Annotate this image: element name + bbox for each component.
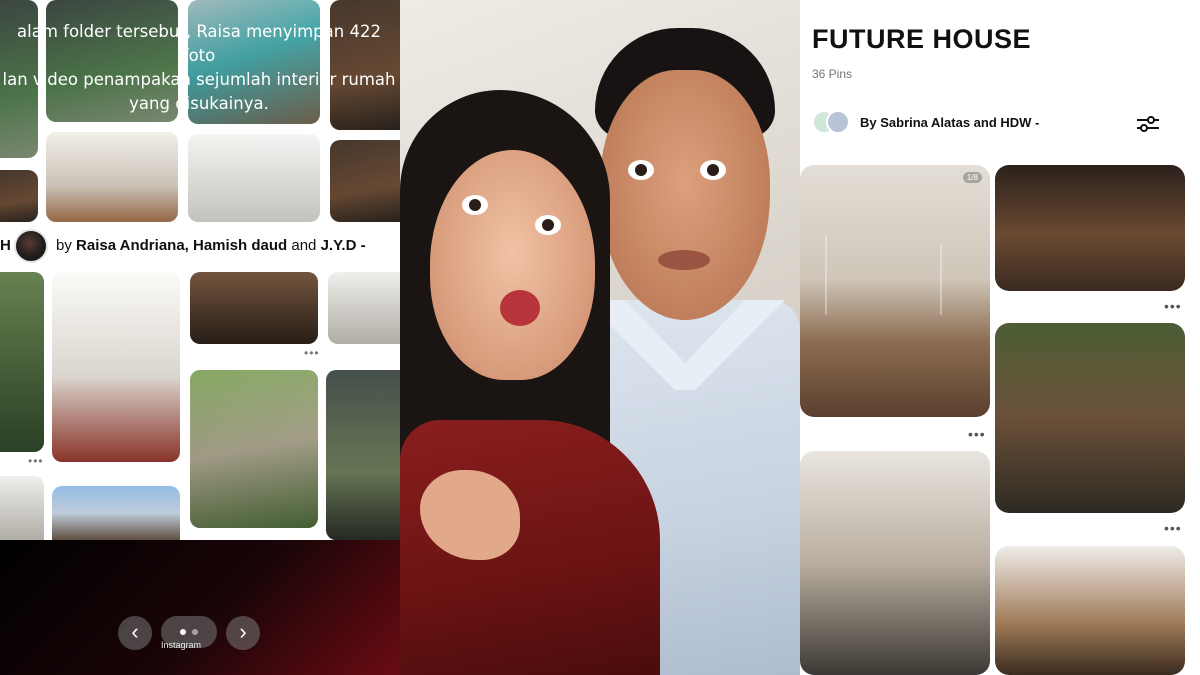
decor-line xyxy=(940,245,942,315)
pin-image[interactable] xyxy=(330,140,400,222)
pin-image[interactable]: 1/8 xyxy=(800,165,990,417)
board-owner-text: By Sabrina Alatas and HDW - xyxy=(860,114,1040,130)
couple-photo xyxy=(400,0,800,675)
pin-image[interactable] xyxy=(52,272,180,462)
previous-button[interactable]: ‹ xyxy=(118,616,152,650)
decor-line xyxy=(825,235,827,315)
more-options-icon[interactable]: ••• xyxy=(1164,298,1182,314)
pin-image[interactable] xyxy=(326,370,400,540)
more-options-icon[interactable]: ••• xyxy=(1164,520,1182,536)
pin-image[interactable] xyxy=(995,323,1185,513)
pin-image[interactable] xyxy=(0,476,44,540)
pin-image[interactable] xyxy=(190,272,318,344)
board-owners-text: by Raisa Andriana, Hamish daud and J.Y.D… xyxy=(56,237,366,254)
pager-dot[interactable] xyxy=(180,629,186,635)
pin-image[interactable] xyxy=(0,170,38,222)
pin-image[interactable] xyxy=(52,486,180,540)
woman-lips xyxy=(500,290,540,326)
caption-text: alam folder tersebut, Raisa menyimpan 42… xyxy=(2,22,396,113)
man-mouth xyxy=(658,250,710,270)
pin-count-badge: 1/8 xyxy=(962,172,982,183)
more-options-icon[interactable]: ••• xyxy=(304,346,320,360)
caption-overlay xyxy=(0,540,400,675)
woman-eye xyxy=(462,195,488,215)
pinterest-collage-panel: H by Raisa Andriana, Hamish daud and J.Y… xyxy=(0,0,400,675)
cropped-text: H xyxy=(0,237,11,254)
man-eye xyxy=(628,160,654,180)
avatar[interactable] xyxy=(14,228,48,263)
next-button[interactable]: › xyxy=(226,616,260,650)
pager-dot[interactable] xyxy=(192,629,198,635)
man-eye xyxy=(700,160,726,180)
photo-source-label: Instagram xyxy=(161,640,202,650)
pin-image[interactable] xyxy=(46,132,178,222)
pin-count: 36 Pins xyxy=(812,67,853,81)
man-face xyxy=(600,70,770,320)
pin-image[interactable] xyxy=(188,134,320,222)
board-owners[interactable]: By Sabrina Alatas and HDW - xyxy=(812,110,1039,134)
pin-image[interactable] xyxy=(0,272,44,452)
more-options-icon[interactable]: ••• xyxy=(28,454,44,468)
avatar[interactable] xyxy=(826,110,850,134)
filter-icon[interactable] xyxy=(1136,114,1160,134)
woman-eye xyxy=(535,215,561,235)
pin-image[interactable] xyxy=(328,272,400,344)
pin-image[interactable] xyxy=(800,451,990,675)
pin-image[interactable] xyxy=(190,370,318,528)
more-options-icon[interactable]: ••• xyxy=(968,426,986,442)
pin-image[interactable] xyxy=(995,165,1185,291)
pin-image[interactable] xyxy=(995,546,1185,675)
board-title: FUTURE HOUSE xyxy=(812,24,1032,54)
woman-face xyxy=(430,150,595,380)
board-credit-bar[interactable]: H by Raisa Andriana, Hamish daud and J.Y… xyxy=(0,223,393,268)
